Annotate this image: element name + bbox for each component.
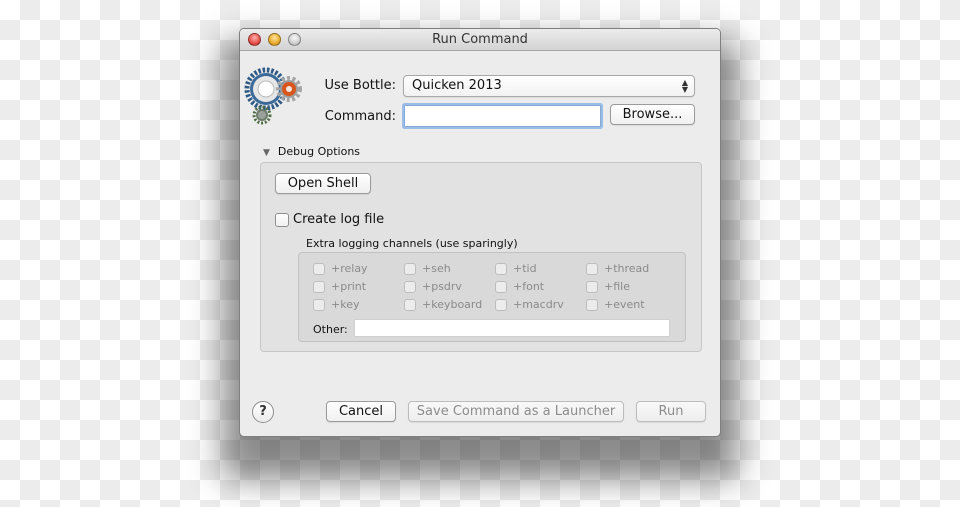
channel-label: +keyboard xyxy=(422,298,483,311)
channel-checkbox[interactable] xyxy=(495,281,507,293)
other-label: Other: xyxy=(313,323,348,336)
other-input[interactable] xyxy=(354,319,670,337)
logging-channels-box: +relay +seh +tid +thread +print +psdrv +font +f… xyxy=(298,252,686,342)
channel-checkbox[interactable] xyxy=(313,263,325,275)
channel-checkbox[interactable] xyxy=(404,299,416,311)
channel-label: +macdrv xyxy=(513,298,564,311)
green-gear xyxy=(252,105,272,125)
channel-checkbox[interactable] xyxy=(495,263,507,275)
command-input[interactable] xyxy=(404,105,601,127)
window-title: Run Command xyxy=(432,32,528,47)
help-button[interactable]: ? xyxy=(252,401,274,423)
updown-arrows-icon: ▲ ▼ xyxy=(681,78,688,94)
channel-label: +seh xyxy=(422,262,451,275)
channel-label: +psdrv xyxy=(422,280,462,293)
channel-checkbox[interactable] xyxy=(313,281,325,293)
create-log-checkbox[interactable] xyxy=(275,213,289,227)
create-log-label[interactable]: Create log file xyxy=(293,212,384,227)
debug-options-disclosure[interactable]: ▼ Debug Options xyxy=(263,145,360,158)
cancel-button[interactable]: Cancel xyxy=(326,401,396,422)
bottle-select[interactable]: Quicken 2013 ▲ ▼ xyxy=(403,75,695,97)
debug-options-group: Open Shell Create log file Extra logging… xyxy=(260,162,702,352)
debug-options-label: Debug Options xyxy=(277,145,361,158)
channel-checkbox[interactable] xyxy=(586,263,598,275)
channel-label: +print xyxy=(331,280,367,293)
bottle-select-value: Quicken 2013 xyxy=(412,78,502,93)
save-launcher-button[interactable]: Save Command as a Launcher xyxy=(408,401,624,422)
gears-icon xyxy=(244,67,302,125)
help-icon: ? xyxy=(259,404,267,419)
channel-label: +key xyxy=(331,298,360,311)
channel-label: +relay xyxy=(331,262,368,275)
channel-label: +font xyxy=(513,280,545,293)
channel-label: +thread xyxy=(604,262,650,275)
command-label: Command: xyxy=(324,109,396,124)
disclosure-triangle-icon: ▼ xyxy=(263,148,270,158)
channel-checkbox[interactable] xyxy=(313,299,325,311)
channel-checkbox[interactable] xyxy=(404,263,416,275)
run-button[interactable]: Run xyxy=(636,401,706,422)
channel-label: +tid xyxy=(513,262,537,275)
channel-label: +file xyxy=(604,280,630,293)
open-shell-button[interactable]: Open Shell xyxy=(275,173,371,194)
channel-checkbox[interactable] xyxy=(495,299,507,311)
channel-checkbox[interactable] xyxy=(586,299,598,311)
use-bottle-label: Use Bottle: xyxy=(324,78,396,93)
channel-checkbox[interactable] xyxy=(404,281,416,293)
run-command-dialog: Run Command Use Bottle: Quicken 2013 ▲ ▼ … xyxy=(239,28,721,437)
channels-title: Extra logging channels (use sparingly) xyxy=(306,237,518,250)
title-bar[interactable]: Run Command xyxy=(240,29,720,51)
channel-checkbox[interactable] xyxy=(586,281,598,293)
browse-button[interactable]: Browse... xyxy=(610,104,695,125)
channel-label: +event xyxy=(604,298,645,311)
